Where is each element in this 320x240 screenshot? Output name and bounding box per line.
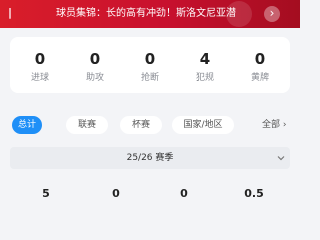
- stat-value: 0: [254, 50, 266, 68]
- stat-label: 助攻: [85, 73, 104, 83]
- stat-label: 进球: [30, 73, 49, 83]
- stat-value: 0: [89, 50, 101, 68]
- summary-value-4: 0.5: [244, 187, 264, 200]
- stat-value: 0: [34, 50, 46, 68]
- filter-chip-total[interactable]: 总计: [12, 116, 42, 134]
- season-selector[interactable]: 25/26 赛季: [10, 147, 290, 169]
- banner-title[interactable]: 球员集锦：长的高有冲劲！斯洛文尼亚潜: [56, 6, 236, 21]
- stat-label: 犯规: [195, 73, 214, 83]
- stat-value: 4: [199, 50, 211, 68]
- competition-filter-bar: 总计 联赛 杯赛 国家/地区 全部 ›: [0, 114, 300, 136]
- summary-value-1: 5: [42, 187, 50, 200]
- filter-chip-national[interactable]: 国家/地区: [172, 116, 234, 134]
- filter-chip-league[interactable]: 联赛: [66, 116, 108, 134]
- chevron-down-icon: [277, 156, 285, 161]
- filter-chip-cup[interactable]: 杯赛: [120, 116, 162, 134]
- banner-accent-bar: |: [8, 6, 13, 19]
- stat-label: 抢断: [140, 73, 159, 83]
- season-label: 25/26 赛季: [126, 153, 174, 163]
- club-crest-icon: [226, 1, 252, 27]
- video-highlight-banner[interactable]: | 球员集锦：长的高有冲劲！斯洛文尼亚潜 ›: [0, 0, 300, 28]
- stat-label: 黄牌: [250, 73, 269, 83]
- player-stats-card: 0 进球 0 助攻 0 抢断 4 犯规 0 黄牌: [10, 37, 290, 93]
- summary-value-3: 0: [180, 187, 188, 200]
- stat-value: 0: [144, 50, 156, 68]
- chevron-right-icon[interactable]: ›: [264, 6, 280, 22]
- all-competitions-link[interactable]: 全部 ›: [262, 116, 286, 134]
- summary-value-2: 0: [112, 187, 120, 200]
